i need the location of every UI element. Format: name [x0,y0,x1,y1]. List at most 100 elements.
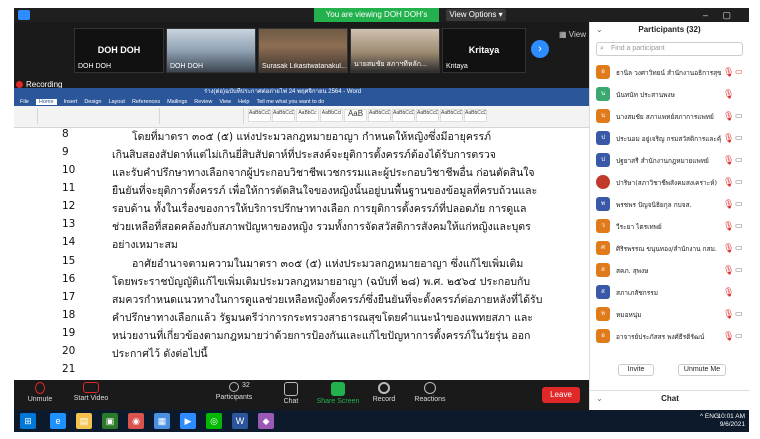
participant-row[interactable]: น นางสมชัย สภาแพทย์สภาการแพทย์ 🎙 ▭ [596,106,744,127]
tell-me-search[interactable]: Tell me what you want to do [256,99,324,105]
tab-design[interactable]: Design [84,99,101,105]
word-app-icon[interactable]: W [232,413,248,429]
participants-header: ⌄ Participants (32) [590,22,749,38]
windows-start-icon[interactable]: ⊞ [20,413,36,429]
tile-label: นายสมชัย สภาฯทีหลัก... [354,61,427,68]
style-subtitle[interactable]: AaBbCcD [368,109,391,122]
tab-home[interactable]: Home [35,98,57,105]
chat-button[interactable]: Chat [276,382,306,405]
video-gallery: DOH DOH DOH DOH DOH DOH Surasak Likasitw… [14,22,589,77]
participant-name: หมอหนุ่ม [616,311,642,319]
tab-view[interactable]: View [219,99,231,105]
zoom-toolbar: Unmute Start Video Participants 32 Chat … [14,380,589,410]
style-strong[interactable]: AaBbCcDd [464,109,487,122]
style-subtle-emph[interactable]: AaBbCcDd [392,109,415,122]
video-tile[interactable]: DOH DOH [166,28,256,73]
editing-group[interactable] [542,108,586,124]
participant-row[interactable]: ห หมอหนุ่ม 🎙 ▭ [596,304,744,325]
zoom-app-icon[interactable]: ▶ [180,413,196,429]
unmute-me-button[interactable]: Unmute Me [678,364,726,376]
participants-title: Participants (32) [638,25,701,34]
participant-row[interactable]: ป ประนอม อยู่เจริญ กรมสวัสดิการและคุ้ม...… [596,128,744,149]
chat-header[interactable]: ⌄ Chat [590,390,750,406]
participant-name: ศิริรพรรณ ขนุนทอง/สำนักงาน กสม. [616,245,717,253]
video-icon: ▭ [735,331,743,340]
participants-count: 32 [242,382,250,389]
paragraph-group[interactable] [162,108,244,124]
start-video-button[interactable]: Start Video [66,382,116,402]
participant-row[interactable]: ว วีระยา ไตรเทพย์ 🎙 ▭ [596,216,744,237]
style-heading2[interactable]: AaBbCcl [320,109,343,122]
avatar: ป [596,153,610,167]
muted-mic-icon [35,382,45,394]
mic-muted-icon: 🎙 [723,67,735,77]
style-heading1[interactable]: AaBbCc [296,109,319,122]
font-group[interactable] [40,108,160,124]
tab-references[interactable]: References [132,99,160,105]
video-icon: ▭ [735,177,743,186]
video-icon: ▭ [735,265,743,274]
participant-search-input[interactable]: ⌕ Find a participant [596,42,743,56]
video-tile[interactable]: DOH DOH DOH DOH [74,28,164,73]
participant-row[interactable]: พ พรชพร ปัญจนิธิยกุล กบจส. 🎙 ▭ [596,194,744,215]
mic-muted-icon: 🎙 [723,331,735,341]
gallery-next-icon[interactable]: › [531,40,549,58]
video-tile[interactable]: Kritaya Kritaya [442,28,526,73]
style-title[interactable]: AaB [344,109,367,122]
file-explorer-icon[interactable]: ▤ [76,413,92,429]
participant-row[interactable]: อ ธานิล วงศาวิทยน์ สำนักงานอธิการสุขสุข 🎙 ▭ [596,62,744,83]
tab-mailings[interactable]: Mailings [167,99,187,105]
video-tile[interactable]: นายสมชัย สภาฯทีหลัก... [350,28,440,73]
tab-review[interactable]: Review [194,99,212,105]
word-ribbon-tabs: File Home Insert Design Layout Reference… [14,97,589,106]
avatar: ห [596,307,610,321]
photos-icon[interactable]: ▦ [154,413,170,429]
tab-layout[interactable]: Layout [108,99,125,105]
participant-row[interactable]: ส สคภ. สุพงษ 🎙 ▭ [596,260,744,281]
leave-button[interactable]: Leave [542,387,580,403]
shared-word-window: ร่าง(ต่อ)ฉบับที่ประกาศต่อถ่ายไฟ 24 พฤศจิ… [14,88,589,380]
participant-row[interactable]: ศ ศิริรพรรณ ขนุนทอง/สำนักงาน กสม. 🎙 ▭ [596,238,744,259]
video-tile[interactable]: Surasak Likasitwatanakul... [258,28,348,73]
edge-browser-icon[interactable]: e [50,413,66,429]
clipboard-group[interactable] [16,108,38,124]
unmute-button[interactable]: Unmute [22,382,58,403]
avatar: ว [596,219,610,233]
style-emphasis[interactable]: AaBbCcDd [416,109,439,122]
app-icon[interactable]: ◉ [128,413,144,429]
participant-row[interactable]: น นันทนัท ประสานพงษ 🎙 [596,84,744,105]
share-screen-button[interactable]: Share Screen [316,382,360,405]
store-icon[interactable]: ▣ [102,413,118,429]
word-ribbon: AaBbCcDd AaBbCcDd AaBbCc AaBbCcl AaB AaB… [14,106,589,128]
participant-row[interactable]: ป ปฐยาสรี สำนักงานกฎหมายแพทย์ 🎙 ▭ [596,150,744,171]
line-app-icon[interactable]: ◎ [206,413,222,429]
participant-row[interactable]: ส สภาเภสัชกรรม 🎙 [596,282,744,303]
record-button[interactable]: Record [368,382,400,403]
chevron-down-icon[interactable]: ⌄ [596,391,603,407]
taskbar-clock[interactable]: 10:01 AM 9/6/2021 [718,413,745,429]
invite-button[interactable]: Invite [618,364,654,376]
participant-row[interactable]: อ อาจารย์ประภัสสร พงศ์ธีรติรัฒน์ 🎙 ▭ [596,326,744,347]
app-icon[interactable]: ◆ [258,413,274,429]
participant-row[interactable]: ปาริษา(สภาวิชาชีพสังคมสงเคราะห์) 🎙 ▭ [596,172,744,193]
view-options-button[interactable]: View Options ▾ [446,9,506,21]
style-no-spacing[interactable]: AaBbCcDd [272,109,295,122]
zoom-logo-icon [18,10,30,20]
style-intense-emph[interactable]: AaBbCcDd [440,109,463,122]
tab-file[interactable]: File [20,99,29,105]
style-normal[interactable]: AaBbCcDd [248,109,271,122]
reactions-button[interactable]: Reactions [410,382,450,403]
document-body[interactable]: 8 โดยที่มาตรา ๓๐๕ (๕) แห่งประมวลกฎหมายอาญ… [14,128,589,380]
participants-button[interactable]: Participants 32 [212,382,256,401]
tile-label: DOH DOH [170,63,204,70]
zoom-main-area: DOH DOH DOH DOH DOH DOH Surasak Likasitw… [14,22,589,410]
participant-name: นันทนัท ประสานพงษ [616,91,675,99]
chevron-down-icon[interactable]: ⌄ [596,22,603,38]
window-controls[interactable]: – ▢ ✕ [703,9,743,32]
system-tray[interactable]: ^ ENG [700,413,719,420]
tab-insert[interactable]: Insert [64,99,78,105]
tab-help[interactable]: Help [238,99,249,105]
mic-muted-icon: 🎙 [723,221,735,231]
participant-name: ธานิล วงศาวิทยน์ สำนักงานอธิการสุขสุข [616,69,721,77]
view-button[interactable]: ▦ View [559,30,586,39]
